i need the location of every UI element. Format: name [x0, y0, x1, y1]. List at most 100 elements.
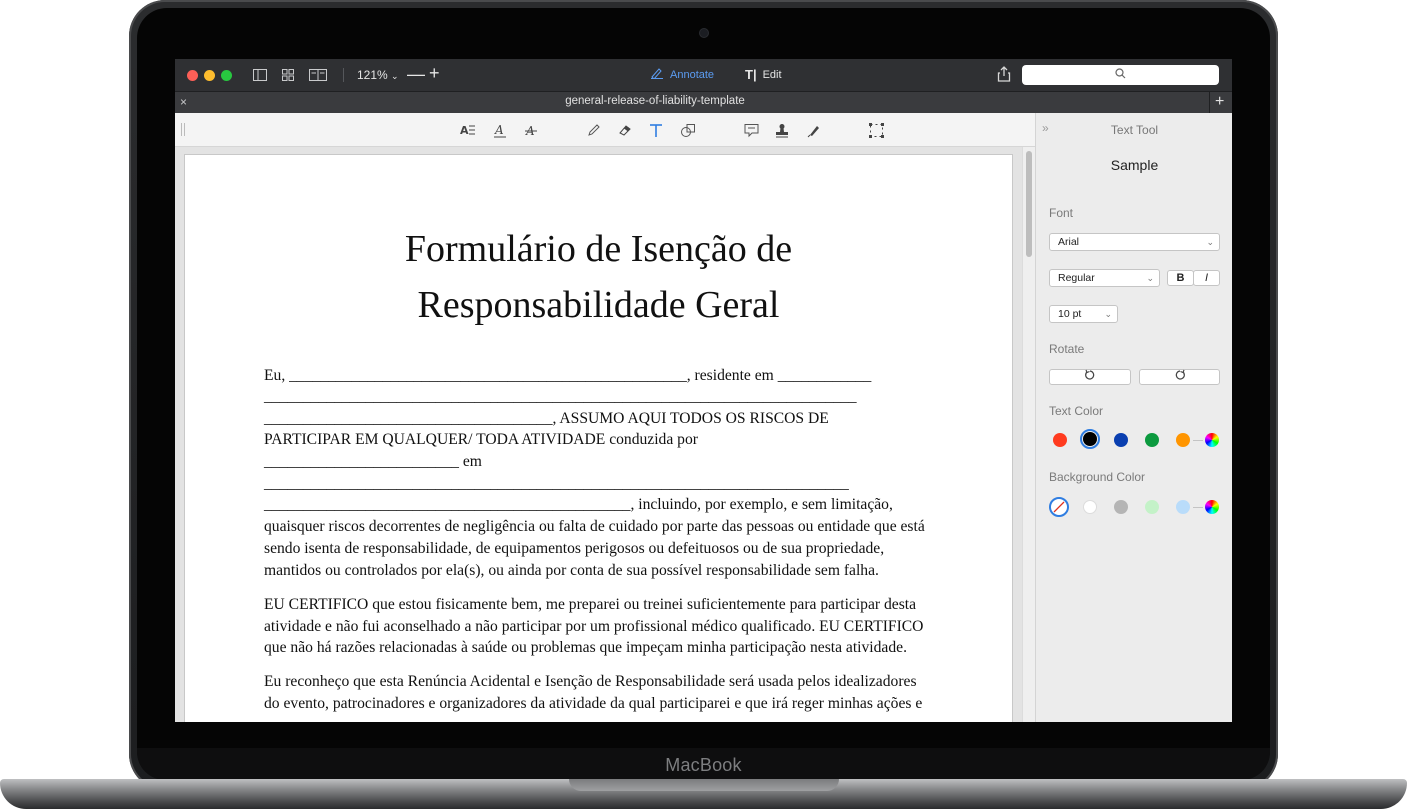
bold-button[interactable]: B [1167, 270, 1194, 286]
search-icon [1115, 66, 1126, 84]
document-text-line: _________________________ em [264, 453, 482, 470]
edit-mode-button[interactable]: T| Edit [745, 67, 782, 82]
no-background-color-icon[interactable] [1049, 497, 1069, 517]
font-sample-preview: Sample [1110, 157, 1159, 173]
document-text-line: ________________________________________… [264, 475, 849, 492]
document-page[interactable]: Formulário de Isenção de Responsabilidad… [185, 155, 1012, 722]
document-text-line: _____________________________________, A… [264, 410, 829, 427]
zoom-window-button[interactable] [221, 70, 232, 81]
document-text-line: que não há razões relacionadas à saúde o… [264, 639, 907, 656]
tab-document-title[interactable]: general-release-of-liability-template [175, 95, 1135, 107]
document-text-line: PARTICIPAR EM QUALQUER/ TODA ATIVIDADE c… [264, 431, 698, 448]
selection-tool-icon[interactable] [867, 121, 885, 139]
signature-icon[interactable] [805, 121, 823, 139]
text-color-swatch-red[interactable] [1053, 433, 1067, 447]
swatch-divider [1193, 507, 1203, 508]
document-text-line: ________________________________________… [264, 388, 857, 405]
new-tab-button[interactable]: + [1215, 93, 1224, 111]
background-color-swatch-white[interactable] [1083, 500, 1097, 514]
stamp-icon[interactable] [773, 121, 791, 139]
tab-divider [1209, 92, 1210, 114]
italic-button[interactable]: I [1193, 270, 1220, 286]
document-text-line: ________________________________________… [264, 496, 893, 513]
font-family-value: Arial [1058, 236, 1080, 248]
document-text-line: Eu, ____________________________________… [264, 367, 872, 384]
text-color-swatch-green[interactable] [1145, 433, 1159, 447]
two-page-view-icon[interactable] [308, 67, 328, 83]
chevron-down-icon: ⌄ [391, 71, 399, 81]
font-size-value: 10 pt [1058, 308, 1082, 320]
chevron-down-icon: ⌄ [1104, 309, 1112, 319]
document-tab-bar: × general-release-of-liability-template … [175, 91, 1232, 114]
chevron-down-icon: ⌄ [1206, 237, 1214, 247]
title-bar: 121% ⌄ — + Annotate T| Edit [175, 59, 1232, 91]
font-family-select[interactable]: Arial ⌄ [1049, 233, 1220, 251]
toolbar-grip-icon[interactable] [181, 123, 185, 136]
share-icon[interactable] [997, 66, 1011, 87]
document-text-line: EU CERTIFICO que estou fisicamente bem, … [264, 596, 917, 613]
rotate-label: Rotate [1049, 342, 1085, 356]
document-text-line: do evento, patrocinadores e organizadore… [264, 695, 923, 712]
note-comment-icon[interactable] [742, 121, 760, 139]
shapes-icon[interactable] [679, 121, 697, 139]
app-window: 121% ⌄ — + Annotate T| Edit × general-re… [175, 59, 1232, 722]
document-title-line-2: Responsabilidade Geral [417, 284, 780, 326]
brand-label: MacBook [665, 755, 742, 775]
background-color-swatch-gray[interactable] [1114, 500, 1128, 514]
laptop-notch [569, 779, 839, 791]
document-text-line: atividade e não fui aconselhado a não pa… [264, 618, 924, 635]
document-text-line: Eu reconheço que esta Renúncia Acidental… [264, 673, 917, 690]
document-text-line: mantidos ou controlados por ela(s), ou a… [264, 562, 879, 579]
minimize-window-button[interactable] [204, 70, 215, 81]
close-window-button[interactable] [187, 70, 198, 81]
text-color-swatch-blue[interactable] [1114, 433, 1128, 447]
panel-title: Text Tool [1110, 123, 1159, 137]
background-color-label: Background Color [1049, 470, 1146, 484]
sidebar-toggle-icon[interactable] [251, 67, 269, 83]
rotate-right-button[interactable] [1139, 369, 1220, 385]
text-color-swatch-orange[interactable] [1176, 433, 1190, 447]
underline-text-icon[interactable]: A [491, 121, 509, 139]
zoom-out-button[interactable]: — [407, 64, 425, 85]
text-color-label: Text Color [1049, 404, 1104, 418]
text-style-icon[interactable]: A [459, 121, 477, 139]
zoom-in-button[interactable]: + [429, 63, 440, 84]
toolbar-divider [343, 68, 344, 82]
rotate-left-button[interactable] [1049, 369, 1131, 385]
pencil-icon[interactable] [585, 121, 603, 139]
document-viewport[interactable]: Formulário de Isenção de Responsabilidad… [175, 147, 1036, 722]
swatch-divider [1193, 440, 1203, 441]
zoom-level-dropdown[interactable]: 121% ⌄ [357, 68, 399, 82]
text-tool-icon[interactable] [647, 121, 665, 139]
rotate-right-icon [1174, 368, 1186, 386]
font-label: Font [1049, 206, 1074, 220]
background-color-swatch-mint[interactable] [1145, 500, 1159, 514]
custom-color-wheel-icon[interactable] [1205, 500, 1219, 514]
rotate-left-icon [1084, 368, 1096, 386]
font-style-select[interactable]: Regular ⌄ [1049, 269, 1160, 287]
custom-color-wheel-icon[interactable] [1205, 433, 1219, 447]
svg-text:A: A [460, 124, 469, 137]
text-cursor-icon: T| [745, 67, 757, 82]
document-title-line-1: Formulário de Isenção de [404, 228, 793, 270]
zoom-level-value: 121% [357, 68, 388, 82]
font-size-select[interactable]: 10 pt ⌄ [1049, 305, 1118, 323]
annotation-toolbar: A A A [175, 113, 1035, 147]
font-style-value: Regular [1058, 272, 1095, 284]
edit-label: Edit [762, 68, 782, 81]
annotate-mode-button[interactable]: Annotate [650, 67, 714, 82]
document-text-line: quaisquer riscos decorrentes de negligên… [264, 518, 925, 535]
background-color-swatch-light-blue[interactable] [1176, 500, 1190, 514]
svg-text:A: A [494, 123, 504, 137]
document-text-line: sendo isenta de responsabilidade, de equ… [264, 540, 885, 557]
text-tool-panel: » Text Tool Sample Font Arial ⌄ Regular … [1035, 113, 1232, 722]
eraser-icon[interactable] [616, 121, 634, 139]
annotate-label: Annotate [670, 68, 715, 81]
text-color-swatch-black[interactable] [1083, 432, 1097, 446]
chevron-down-icon: ⌄ [1146, 273, 1154, 283]
thumbnails-view-icon[interactable] [279, 67, 297, 83]
search-input[interactable] [1022, 65, 1219, 85]
scrollbar-thumb[interactable] [1026, 151, 1032, 257]
strikethrough-text-icon[interactable]: A [522, 121, 540, 139]
camera-icon [700, 29, 708, 37]
